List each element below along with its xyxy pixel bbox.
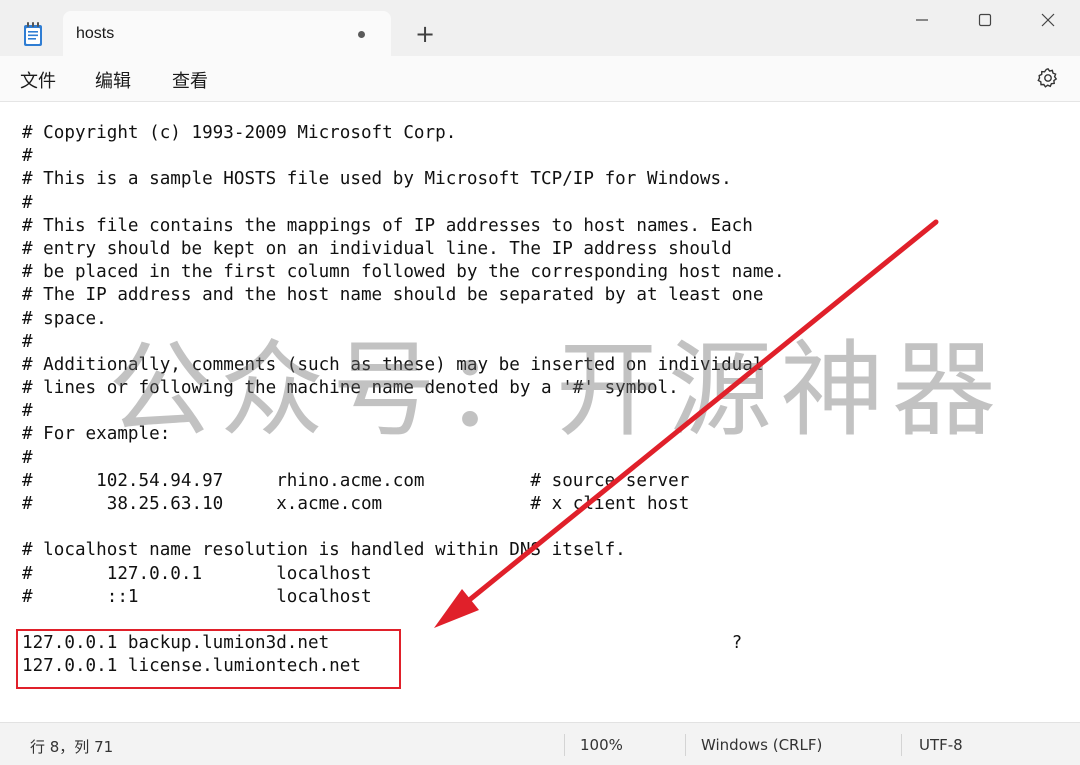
line-ending[interactable]: Windows (CRLF) <box>701 736 822 754</box>
tab-hosts[interactable]: hosts <box>63 11 391 56</box>
status-divider <box>564 734 565 756</box>
status-bar: 行 8，列 71 100% Windows (CRLF) UTF-8 <box>0 722 1080 765</box>
close-button[interactable] <box>1016 0 1080 42</box>
minimize-icon <box>916 19 928 21</box>
menu-bar: 文件 编辑 查看 <box>0 56 1080 102</box>
cursor-position[interactable]: 行 8，列 71 <box>30 736 113 757</box>
title-bar: hosts + <box>0 0 1080 56</box>
text-editor[interactable]: # Copyright (c) 1993-2009 Microsoft Corp… <box>0 102 1080 722</box>
status-divider <box>901 734 902 756</box>
maximize-icon <box>978 13 992 27</box>
notepad-icon <box>22 21 44 47</box>
maximize-button[interactable] <box>953 0 1017 42</box>
new-tab-button[interactable]: + <box>411 20 439 48</box>
menu-edit[interactable]: 编辑 <box>95 67 131 93</box>
close-icon <box>1041 13 1055 27</box>
gear-icon[interactable] <box>1036 66 1060 90</box>
annotation-arrow-icon <box>434 219 939 628</box>
unsaved-indicator-icon[interactable] <box>358 31 365 38</box>
status-divider <box>685 734 686 756</box>
minimize-button[interactable] <box>890 0 954 42</box>
zoom-level[interactable]: 100% <box>580 736 623 754</box>
menu-file[interactable]: 文件 <box>20 67 56 93</box>
encoding[interactable]: UTF-8 <box>919 736 963 754</box>
menu-view[interactable]: 查看 <box>172 67 208 93</box>
tab-title: hosts <box>76 25 115 42</box>
